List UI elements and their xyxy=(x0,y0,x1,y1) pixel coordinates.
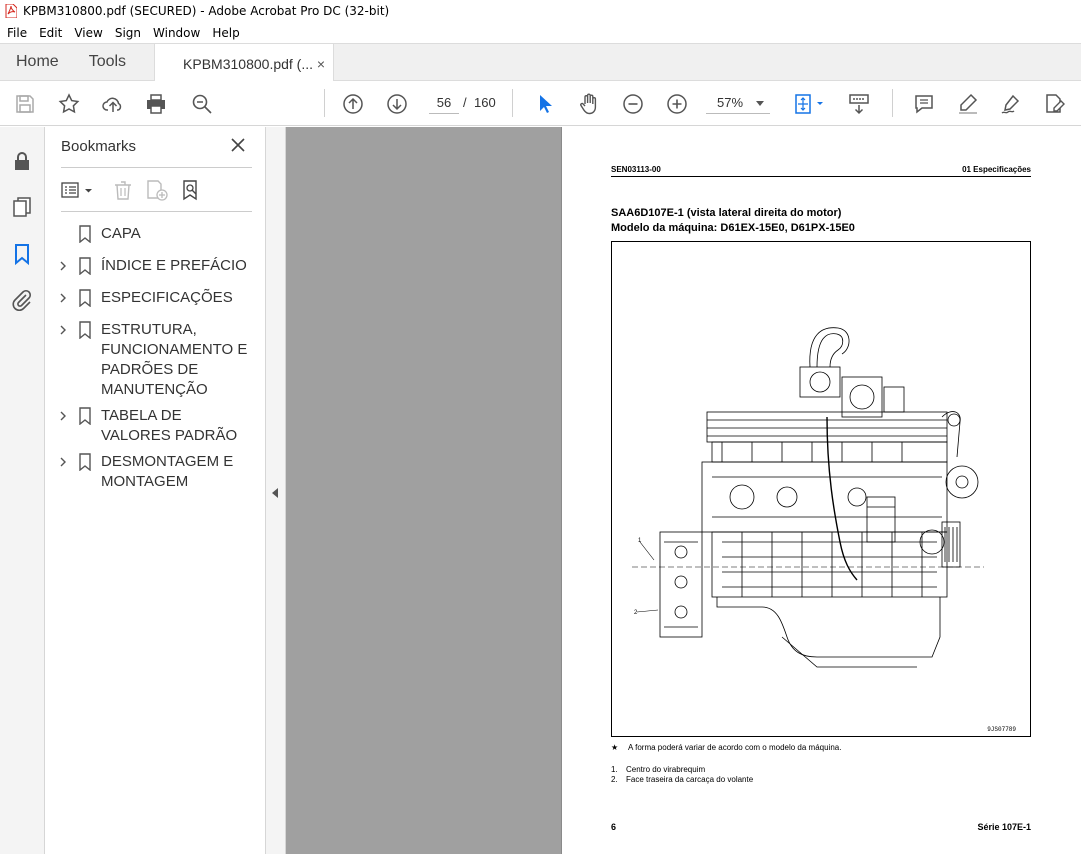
toolbar-separator xyxy=(892,89,893,117)
chevron-right-icon[interactable] xyxy=(58,325,68,335)
bookmark-label: TABELA DE VALORES PADRÃO xyxy=(101,407,238,444)
zoom-out-icon[interactable] xyxy=(620,91,646,117)
page-separator: / xyxy=(463,95,467,110)
scroll-mode-icon[interactable] xyxy=(846,91,872,117)
tab-home[interactable]: Home xyxy=(0,44,73,80)
chevron-right-icon[interactable] xyxy=(58,457,68,467)
header-rule xyxy=(611,176,1031,177)
bookmark-icon xyxy=(79,453,91,471)
tab-tools[interactable]: Tools xyxy=(73,44,140,80)
close-icon[interactable] xyxy=(230,137,246,153)
panel-collapse-handle[interactable] xyxy=(266,127,286,854)
previous-page-area xyxy=(286,127,561,854)
page-footer-series: Série 107E-1 xyxy=(977,822,1031,832)
divider xyxy=(61,167,252,168)
chevron-right-icon[interactable] xyxy=(58,261,68,271)
bookmarks-panel-title: Bookmarks xyxy=(61,138,137,155)
menu-help[interactable]: Help xyxy=(206,26,245,40)
next-page-icon[interactable] xyxy=(384,91,410,117)
lock-icon[interactable] xyxy=(10,149,34,173)
navigation-rail xyxy=(0,127,45,854)
bookmark-icon xyxy=(79,289,91,307)
tab-document-label: KPBM310800.pdf (... xyxy=(183,55,314,72)
bookmark-icon xyxy=(79,321,91,339)
main-toolbar: 56 / 160 57% xyxy=(0,81,1081,126)
menu-sign[interactable]: Sign xyxy=(109,26,147,40)
page-footer-number: 6 xyxy=(611,822,617,832)
page-number-input[interactable]: 56 xyxy=(429,92,459,114)
bookmark-label: DESMONTAGEM E MONTAGEM xyxy=(101,453,234,490)
bookmark-icon xyxy=(79,225,91,243)
engine-figure: 2 1 9JS07789 xyxy=(611,241,1031,737)
bookmark-label: ÍNDICE E PREFÁCIO xyxy=(101,257,247,274)
fit-page-icon[interactable] xyxy=(790,91,830,117)
menu-edit[interactable]: Edit xyxy=(33,26,68,40)
legend-number: 1. xyxy=(611,765,618,774)
attachment-icon[interactable] xyxy=(10,288,34,312)
zoom-in-icon[interactable] xyxy=(664,91,690,117)
svg-text:1: 1 xyxy=(638,538,642,544)
legend-text: Face traseira da carcaça do volante xyxy=(626,775,754,784)
zoom-level-value: 57% xyxy=(717,95,744,110)
menu-file[interactable]: File xyxy=(0,26,33,40)
bookmarks-toolbar xyxy=(61,177,252,203)
menu-view[interactable]: View xyxy=(68,26,108,40)
bookmark-label: ESTRUTURA, FUNCIONAMENTO E PADRÕES DE MA… xyxy=(101,321,248,398)
sign-icon[interactable] xyxy=(998,91,1024,117)
page-total: 160 xyxy=(474,95,496,110)
previous-page-icon[interactable] xyxy=(340,91,366,117)
bookmark-icon xyxy=(79,407,91,425)
collapse-arrow-icon xyxy=(272,488,278,498)
page-header-left: SEN03113-00 xyxy=(611,165,661,174)
page-thumbnails-icon[interactable] xyxy=(10,195,34,219)
page-header-right: 01 Especificações xyxy=(962,165,1031,174)
highlight-pen-icon[interactable] xyxy=(955,91,981,117)
divider xyxy=(61,211,252,212)
bookmark-panel-icon[interactable] xyxy=(10,242,34,266)
delete-icon[interactable] xyxy=(112,179,134,201)
bookmark-label: CAPA xyxy=(101,225,141,242)
new-bookmark-icon[interactable] xyxy=(145,179,169,201)
window-title: KPBM310800.pdf (SECURED) - Adobe Acrobat… xyxy=(23,4,390,18)
select-cursor-icon[interactable] xyxy=(532,91,558,117)
zoom-level-select[interactable]: 57% xyxy=(706,92,770,114)
comment-icon[interactable] xyxy=(911,91,937,117)
tab-bar: Home Tools KPBM310800.pdf (... × xyxy=(0,43,1081,83)
menu-bar: File Edit View Sign Window Help xyxy=(0,22,1081,43)
tab-document[interactable]: KPBM310800.pdf (... × xyxy=(154,44,335,83)
legend-text: Centro do virabrequim xyxy=(626,765,706,774)
figure-note: A forma poderá variar de acordo com o mo… xyxy=(628,743,842,752)
page-title: SAA6D107E-1 (vista lateral direita do mo… xyxy=(611,207,842,219)
note-star-icon: ★ xyxy=(611,743,619,752)
edit-pdf-icon[interactable] xyxy=(1041,91,1067,117)
bookmark-label: ESPECIFICAÇÕES xyxy=(101,289,233,306)
document-view[interactable]: SEN03113-00 01 Especificações SAA6D107E-… xyxy=(286,127,1081,854)
zoom-search-icon[interactable] xyxy=(189,91,215,117)
menu-window[interactable]: Window xyxy=(147,26,206,40)
engine-drawing: 2 1 xyxy=(632,327,984,668)
page-subtitle: Modelo da máquina: D61EX-15E0, D61PX-15E… xyxy=(611,222,855,234)
svg-text:2: 2 xyxy=(634,610,638,616)
window-title-bar: KPBM310800.pdf (SECURED) - Adobe Acrobat… xyxy=(0,0,1081,22)
print-icon[interactable] xyxy=(143,91,169,117)
options-menu-icon[interactable] xyxy=(61,180,95,200)
pdf-page: SEN03113-00 01 Especificações SAA6D107E-… xyxy=(562,127,1081,854)
toolbar-separator xyxy=(512,89,513,117)
chevron-right-icon[interactable] xyxy=(58,293,68,303)
chevron-down-icon xyxy=(756,101,764,106)
find-bookmark-icon[interactable] xyxy=(181,179,205,201)
star-icon[interactable] xyxy=(56,91,82,117)
save-icon[interactable] xyxy=(12,91,38,117)
tab-close-icon[interactable]: × xyxy=(317,56,325,72)
bookmark-icon xyxy=(79,257,91,275)
cloud-upload-icon[interactable] xyxy=(100,91,126,117)
acrobat-app-icon xyxy=(5,4,17,18)
hand-tool-icon[interactable] xyxy=(576,91,602,117)
bookmarks-panel: Bookmarks CAPA ÍNDICE E PREFÁCIO ESPECIF… xyxy=(45,127,266,854)
figure-id: 9JS07789 xyxy=(987,726,1016,733)
legend-number: 2. xyxy=(611,775,618,784)
chevron-right-icon[interactable] xyxy=(58,411,68,421)
toolbar-separator xyxy=(324,89,325,117)
